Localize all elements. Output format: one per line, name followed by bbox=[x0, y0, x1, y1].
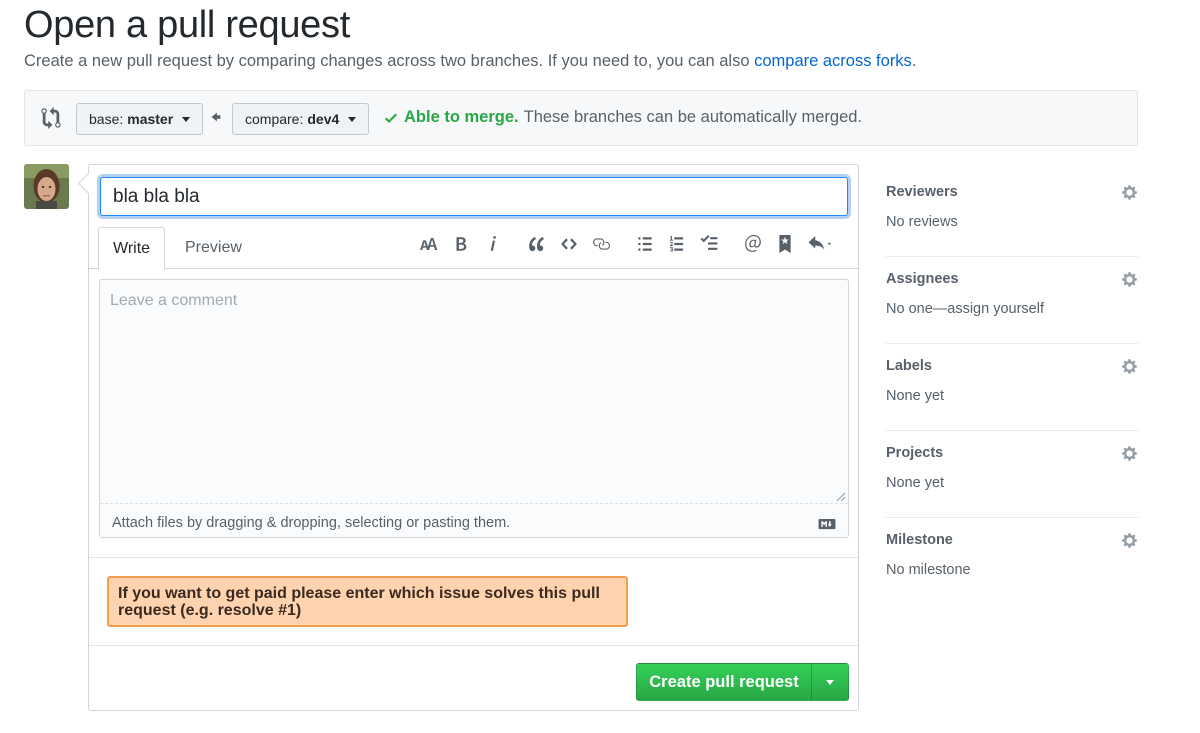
sidebar-projects: Projects None yet bbox=[886, 431, 1138, 518]
sidebar-heading[interactable]: Milestone bbox=[886, 532, 953, 548]
gear-icon[interactable] bbox=[1121, 184, 1138, 201]
create-pull-request-button[interactable]: Create pull request bbox=[636, 663, 812, 701]
comment-area: Attach files by dragging & dropping, sel… bbox=[99, 279, 849, 538]
tab-write[interactable]: Write bbox=[98, 227, 166, 270]
subtitle-text: Create a new pull request by comparing c… bbox=[24, 52, 755, 70]
markdown-icon[interactable] bbox=[818, 518, 836, 530]
sidebar-value: None yet bbox=[886, 388, 945, 404]
compare-bar: base: master compare: dev4 Able to merge… bbox=[24, 90, 1138, 146]
sidebar: Reviewers No reviews Assignees No one—as… bbox=[886, 170, 1138, 605]
divider bbox=[89, 557, 858, 558]
chevron-down-icon bbox=[348, 116, 357, 122]
divider bbox=[89, 645, 858, 646]
sidebar-value: No milestone bbox=[886, 562, 971, 578]
check-icon bbox=[385, 113, 397, 123]
gear-icon[interactable] bbox=[1121, 445, 1138, 462]
italic-icon[interactable] bbox=[482, 233, 504, 255]
page-title: Open a pull request bbox=[24, 4, 350, 46]
compare-prefix: compare: bbox=[245, 111, 304, 127]
sidebar-heading[interactable]: Assignees bbox=[886, 271, 959, 287]
base-branch-name: master bbox=[127, 111, 174, 127]
bounty-notice: If you want to get paid please enter whi… bbox=[107, 576, 628, 627]
sidebar-labels: Labels None yet bbox=[886, 344, 1138, 431]
arrow-left-icon bbox=[211, 112, 221, 122]
chevron-down-icon bbox=[182, 116, 191, 122]
merge-status: Able to merge. These branches can be aut… bbox=[383, 108, 862, 127]
sidebar-heading[interactable]: Labels bbox=[886, 358, 932, 374]
mention-icon[interactable] bbox=[742, 233, 764, 255]
code-icon[interactable] bbox=[558, 233, 580, 255]
gear-icon[interactable] bbox=[1121, 532, 1138, 549]
sidebar-value[interactable]: No one—assign yourself bbox=[886, 301, 1044, 317]
avatar-image bbox=[24, 164, 69, 209]
sidebar-milestone: Milestone No milestone bbox=[886, 518, 1138, 605]
unordered-list-icon[interactable] bbox=[634, 233, 656, 255]
comment-textarea[interactable] bbox=[100, 280, 848, 504]
sidebar-value: None yet bbox=[886, 475, 945, 491]
gear-icon[interactable] bbox=[1121, 358, 1138, 375]
avatar[interactable] bbox=[24, 164, 69, 209]
page-subtitle: Create a new pull request by comparing c… bbox=[24, 52, 916, 71]
base-prefix: base: bbox=[89, 111, 124, 127]
gear-icon[interactable] bbox=[1121, 271, 1138, 288]
sidebar-reviewers: Reviewers No reviews bbox=[886, 170, 1138, 257]
compare-branch-name: dev4 bbox=[307, 111, 340, 127]
text-size-icon[interactable] bbox=[418, 233, 440, 255]
attach-files-hint[interactable]: Attach files by dragging & dropping, sel… bbox=[112, 515, 510, 531]
subtitle-end: . bbox=[911, 52, 917, 70]
sidebar-heading[interactable]: Reviewers bbox=[886, 184, 958, 200]
link-icon[interactable] bbox=[590, 233, 612, 255]
task-list-icon[interactable] bbox=[698, 233, 720, 255]
chevron-down-icon bbox=[826, 679, 834, 685]
merge-status-text: These branches can be automatically merg… bbox=[523, 108, 863, 126]
markdown-toolbar bbox=[418, 233, 838, 255]
create-options-dropdown[interactable] bbox=[811, 663, 849, 701]
bookmark-icon[interactable] bbox=[774, 233, 796, 255]
compare-branch-select[interactable]: compare: dev4 bbox=[232, 103, 370, 135]
base-branch-select[interactable]: base: master bbox=[76, 103, 204, 135]
resize-grip-icon[interactable] bbox=[836, 492, 846, 502]
title-input[interactable] bbox=[100, 177, 848, 216]
git-compare-icon bbox=[41, 107, 61, 129]
reply-icon[interactable] bbox=[806, 233, 838, 255]
ordered-list-icon[interactable] bbox=[666, 233, 688, 255]
compare-across-forks-link[interactable]: compare across forks bbox=[754, 52, 912, 70]
sidebar-assignees: Assignees No one—assign yourself bbox=[886, 257, 1138, 344]
sidebar-heading[interactable]: Projects bbox=[886, 445, 943, 461]
tab-preview[interactable]: Preview bbox=[171, 227, 256, 269]
pull-request-form: Write Preview bbox=[88, 164, 859, 711]
quote-icon[interactable] bbox=[526, 233, 548, 255]
sidebar-value: No reviews bbox=[886, 214, 958, 230]
merge-ok-text: Able to merge. bbox=[404, 108, 519, 126]
bold-icon[interactable] bbox=[450, 233, 472, 255]
